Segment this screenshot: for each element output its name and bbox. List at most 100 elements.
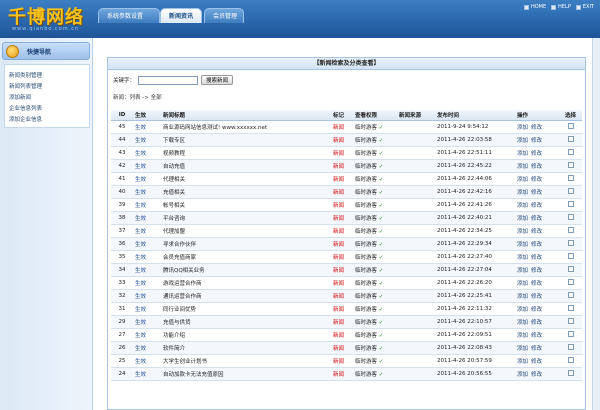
edit-link[interactable]: 修改 [531,255,542,261]
row-checkbox[interactable] [567,266,574,273]
add-link[interactable]: 添加 [517,359,528,365]
add-link[interactable]: 添加 [517,307,528,313]
add-link[interactable]: 添加 [517,294,528,300]
edit-link[interactable]: 修改 [531,138,542,144]
sidebar-item-news-categories[interactable]: 新闻类别管理 [5,71,89,82]
row-checkbox[interactable] [567,253,574,260]
vertical-scrollbar[interactable] [592,38,600,410]
row-active-link[interactable]: 生效 [133,263,161,277]
row-active-link[interactable]: 生效 [133,302,161,316]
row-checkbox[interactable] [567,136,574,143]
add-link[interactable]: 添加 [517,190,528,196]
edit-link[interactable]: 修改 [531,268,542,274]
row-title[interactable]: 功能介绍 [161,328,331,342]
search-news-button[interactable]: 搜索新闻 [201,75,234,85]
row-checkbox[interactable] [567,149,574,156]
row-title[interactable]: 商业源码网站信息测试! www.xxxxxx.net [161,120,331,134]
row-title[interactable]: 同行业间优势 [161,302,331,316]
help-link[interactable]: HELP [551,4,571,10]
row-checkbox[interactable] [567,175,574,182]
row-title[interactable]: 自动加款卡无法充值原因 [161,367,331,381]
row-active-link[interactable]: 生效 [133,289,161,303]
row-checkbox[interactable] [567,292,574,299]
row-active-link[interactable]: 生效 [133,328,161,342]
sidebar-item-news-list[interactable]: 新闻列表管理 [5,82,89,93]
edit-link[interactable]: 修改 [531,190,542,196]
row-title[interactable]: 腾讯QQ相关业务 [161,263,331,277]
add-link[interactable]: 添加 [517,151,528,157]
add-link[interactable]: 添加 [517,372,528,378]
row-title[interactable]: 通讯运营合作商 [161,289,331,303]
row-checkbox[interactable] [567,227,574,234]
row-active-link[interactable]: 生效 [133,341,161,355]
edit-link[interactable]: 修改 [531,242,542,248]
edit-link[interactable]: 修改 [531,333,542,339]
sidebar-item-add-company[interactable]: 添加企业信息 [5,115,89,126]
add-link[interactable]: 添加 [517,268,528,274]
edit-link[interactable]: 修改 [531,216,542,222]
tab-news[interactable]: 新闻资讯 [160,8,202,23]
row-title[interactable]: 充值与供货 [161,315,331,329]
row-active-link[interactable]: 生效 [133,315,161,329]
row-title[interactable]: 帐号相关 [161,198,331,212]
row-active-link[interactable]: 生效 [133,185,161,199]
edit-link[interactable]: 修改 [531,125,542,131]
row-active-link[interactable]: 生效 [133,250,161,264]
edit-link[interactable]: 修改 [531,294,542,300]
tab-system-settings[interactable]: 系统参数设置 [98,8,160,23]
row-title[interactable]: 游戏运营合作商 [161,276,331,290]
row-checkbox[interactable] [567,357,574,364]
row-checkbox[interactable] [567,344,574,351]
row-active-link[interactable]: 生效 [133,354,161,368]
row-title[interactable]: 大学生创业计划书 [161,354,331,368]
row-title[interactable]: 充值相关 [161,185,331,199]
row-checkbox[interactable] [567,279,574,286]
edit-link[interactable]: 修改 [531,203,542,209]
edit-link[interactable]: 修改 [531,320,542,326]
add-link[interactable]: 添加 [517,255,528,261]
edit-link[interactable]: 修改 [531,372,542,378]
row-active-link[interactable]: 生效 [133,276,161,290]
row-active-link[interactable]: 生效 [133,120,161,134]
add-link[interactable]: 添加 [517,229,528,235]
row-checkbox[interactable] [567,123,574,130]
row-active-link[interactable]: 生效 [133,159,161,173]
add-link[interactable]: 添加 [517,281,528,287]
edit-link[interactable]: 修改 [531,151,542,157]
row-checkbox[interactable] [567,162,574,169]
edit-link[interactable]: 修改 [531,177,542,183]
home-link[interactable]: HOME [523,4,546,10]
edit-link[interactable]: 修改 [531,307,542,313]
add-link[interactable]: 添加 [517,138,528,144]
tab-members[interactable]: 会员管理 [204,8,244,23]
sidebar-item-company-list[interactable]: 企业信息列表 [5,104,89,115]
row-checkbox[interactable] [567,214,574,221]
edit-link[interactable]: 修改 [531,164,542,170]
sidebar-item-add-news[interactable]: 添加新闻 [5,93,89,104]
row-active-link[interactable]: 生效 [133,133,161,147]
edit-link[interactable]: 修改 [531,359,542,365]
row-checkbox[interactable] [567,305,574,312]
row-title[interactable]: 视频教程 [161,146,331,160]
add-link[interactable]: 添加 [517,164,528,170]
exit-link[interactable]: EXIT [575,4,594,10]
row-active-link[interactable]: 生效 [133,237,161,251]
row-checkbox[interactable] [567,331,574,338]
add-link[interactable]: 添加 [517,216,528,222]
add-link[interactable]: 添加 [517,177,528,183]
add-link[interactable]: 添加 [517,203,528,209]
search-input[interactable] [138,75,199,85]
row-checkbox[interactable] [567,188,574,195]
row-title[interactable]: 代理相关 [161,172,331,186]
add-link[interactable]: 添加 [517,320,528,326]
add-link[interactable]: 添加 [517,346,528,352]
add-link[interactable]: 添加 [517,333,528,339]
edit-link[interactable]: 修改 [531,229,542,235]
row-title[interactable]: 自动充值 [161,159,331,173]
row-title[interactable]: 会员充值商家 [161,250,331,264]
add-link[interactable]: 添加 [517,125,528,131]
row-title[interactable]: 软件简介 [161,341,331,355]
row-checkbox[interactable] [567,201,574,208]
row-title[interactable]: 代理加盟 [161,224,331,238]
add-link[interactable]: 添加 [517,242,528,248]
